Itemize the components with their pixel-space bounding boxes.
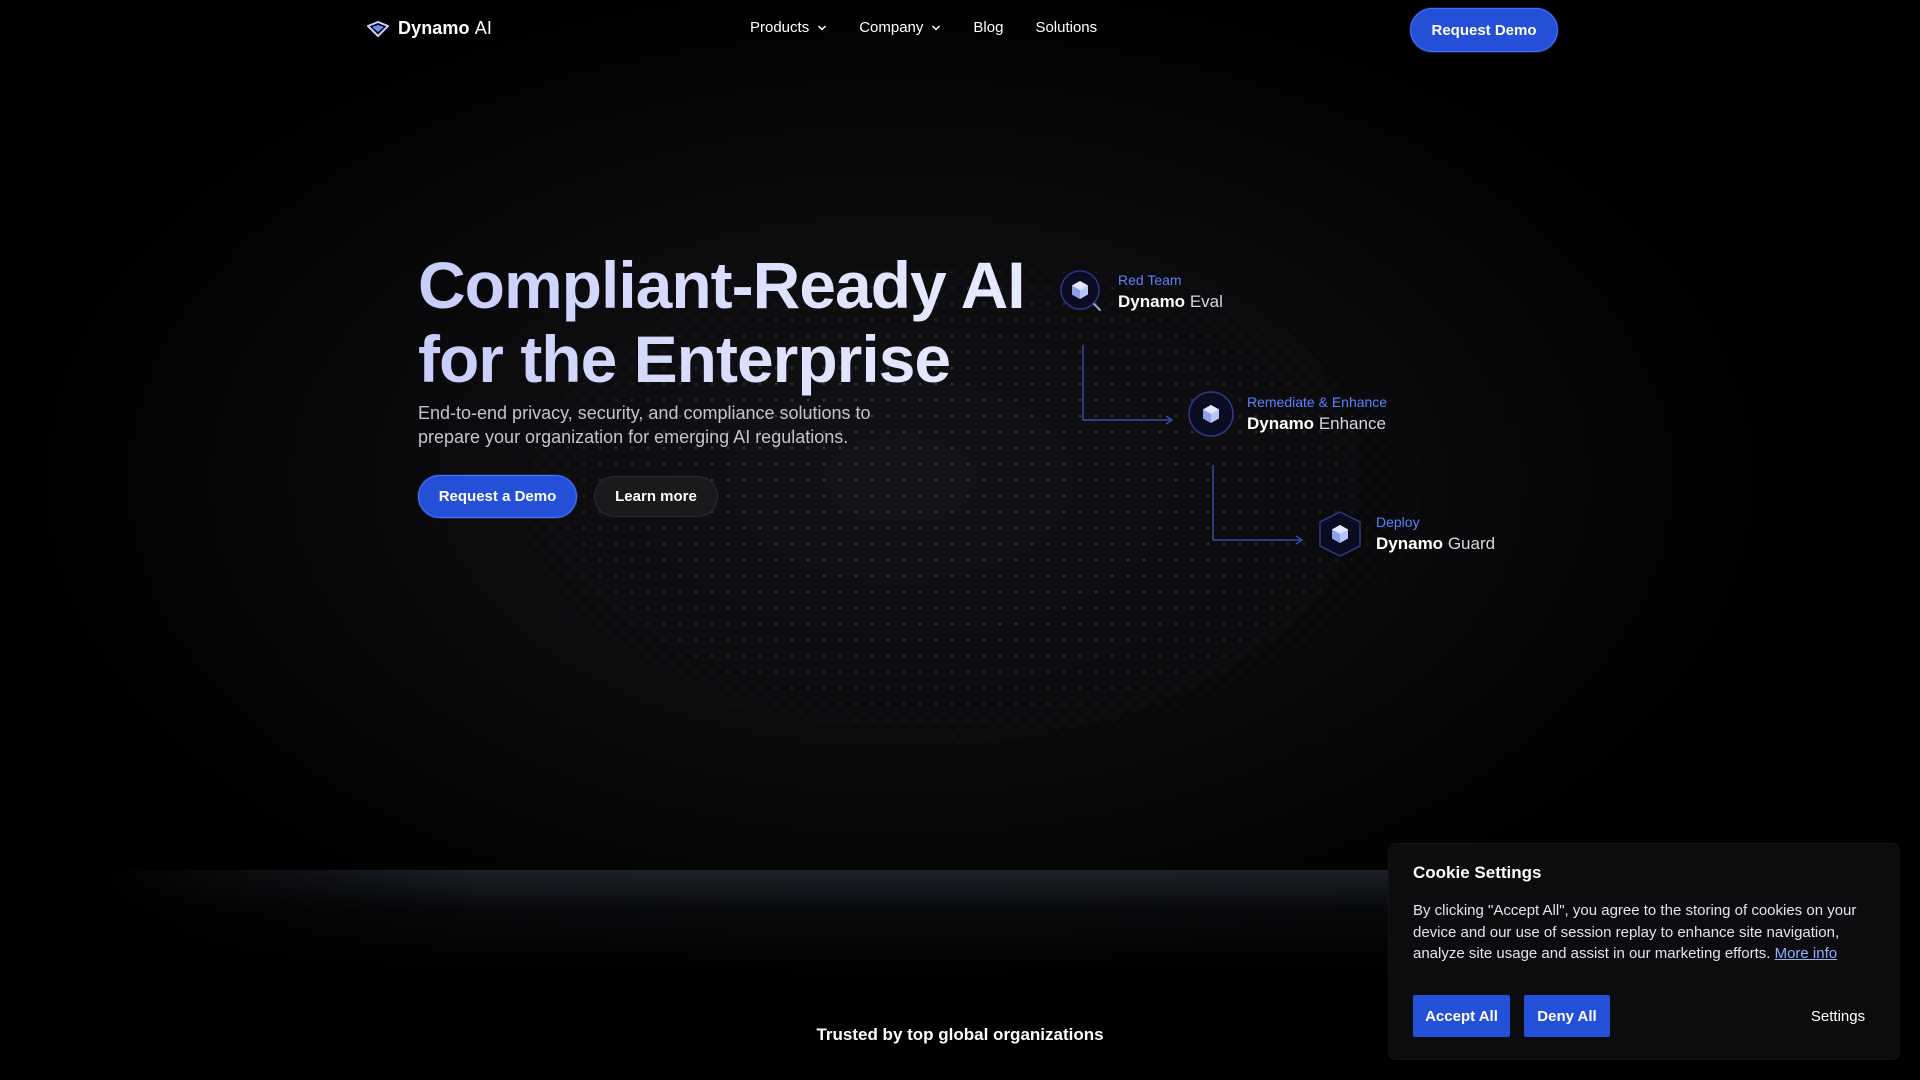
flow-node-eval[interactable]: Red Team Dynamo Eval	[1058, 268, 1223, 316]
page: Dynamo AI Products Company Blog Solution…	[0, 0, 1920, 1080]
nav-item-label: Products	[750, 19, 810, 36]
nav-item-label: Blog	[973, 19, 1004, 36]
flow-node-stage: Remediate & Enhance	[1247, 394, 1388, 410]
header-request-demo-button[interactable]: Request Demo	[1410, 8, 1558, 52]
cookie-more-info-link[interactable]: More info	[1775, 945, 1838, 962]
brand-name: Dynamo AI	[398, 18, 492, 38]
flow-node-stage: Red Team	[1118, 272, 1182, 288]
brand-logo[interactable]: Dynamo AI	[366, 18, 492, 39]
chevron-down-icon	[932, 24, 941, 31]
main-nav: Products Company Blog Solutions	[750, 19, 1097, 36]
flow-node-product: Dynamo Enhance	[1247, 414, 1386, 433]
hero-subtitle: End-to-end privacy, security, and compli…	[418, 403, 871, 447]
nav-item-solutions[interactable]: Solutions	[1035, 19, 1097, 36]
deny-all-button[interactable]: Deny All	[1524, 995, 1610, 1037]
hero-title-line-2: for the Enterprise	[418, 322, 951, 396]
flow-node-stage: Deploy	[1376, 514, 1420, 530]
nav-item-label: Company	[859, 19, 924, 36]
nav-item-label: Solutions	[1035, 19, 1098, 36]
flow-node-product: Dynamo Eval	[1118, 292, 1223, 311]
nav-item-products[interactable]: Products	[750, 19, 827, 36]
cookie-title: Cookie Settings	[1413, 863, 1542, 882]
accept-all-button[interactable]: Accept All	[1413, 995, 1510, 1037]
flow-node-guard[interactable]: Deploy Dynamo Guard	[1316, 510, 1495, 558]
cookie-body: By clicking "Accept All", you agree to t…	[1413, 902, 1857, 962]
cookie-banner: Cookie Settings By clicking "Accept All"…	[1388, 843, 1900, 1060]
nav-item-company[interactable]: Company	[859, 19, 941, 36]
site-header: Dynamo AI Products Company Blog Solution…	[0, 0, 1920, 60]
hero-request-demo-button[interactable]: Request a Demo	[418, 475, 577, 518]
flow-node-enhance[interactable]: Remediate & Enhance Dynamo Enhance	[1187, 390, 1387, 438]
hero-title: Compliant-Ready AI for the Enterprise	[418, 248, 1058, 396]
learn-more-button[interactable]: Learn more	[594, 476, 718, 517]
cube-shield-icon	[1319, 511, 1361, 557]
cookie-settings-button[interactable]: Settings	[1793, 995, 1883, 1037]
product-flow-diagram: Red Team Dynamo Eval Remediate & Enhance…	[1040, 260, 1540, 580]
flow-node-product: Dynamo Guard	[1376, 534, 1496, 553]
hero-title-line-1: Compliant-Ready AI	[418, 248, 1025, 322]
chevron-down-icon	[818, 24, 827, 31]
cube-circle-icon	[1188, 391, 1234, 437]
cube-search-icon	[1060, 270, 1101, 311]
dynamo-logo-icon	[367, 20, 389, 37]
nav-item-blog[interactable]: Blog	[973, 19, 1003, 36]
